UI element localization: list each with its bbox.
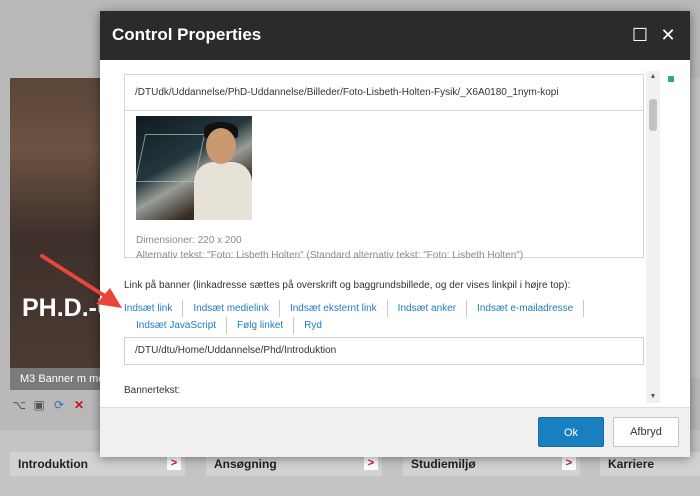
nav-item-label: Studiemiljø	[411, 457, 476, 471]
chevron-right-icon[interactable]: >	[167, 456, 181, 470]
image-dimensions: Dimensioner: 220 x 200	[136, 235, 242, 246]
insert-javascript[interactable]: Indsæt JavaScript	[124, 317, 228, 334]
cancel-button[interactable]: Afbryd	[613, 417, 679, 447]
refresh-icon[interactable]: ⟳	[52, 398, 66, 412]
scroll-down-icon[interactable]: ▼	[646, 391, 660, 403]
link-label: Link på banner (linkadresse sættes på ov…	[124, 280, 571, 291]
annotation-arrow-icon	[40, 254, 122, 308]
nav-item-label: Ansøgning	[214, 457, 277, 471]
ok-button[interactable]: Ok	[538, 417, 604, 447]
module-toolbar: ⌥ ▣ ⟳ ✕	[12, 396, 86, 414]
share-icon[interactable]: ⌥	[12, 398, 26, 412]
image-icon[interactable]: ▣	[32, 398, 46, 412]
insert-media-link[interactable]: Indsæt medielink	[183, 300, 280, 317]
scroll-thumb[interactable]	[649, 99, 657, 131]
dialog-footer: Ok Afbryd	[100, 407, 690, 457]
link-url-field[interactable]: /DTU/dtu/Home/Uddannelse/Phd/Introduktio…	[124, 337, 644, 365]
insert-external-link[interactable]: Indsæt eksternt link	[280, 300, 388, 317]
module-label: M3 Banner m mou	[10, 368, 102, 390]
close-icon[interactable]: ✕	[658, 25, 678, 45]
image-alt-text: Alternativ tekst: "Foto: Lisbeth Holten"…	[136, 250, 524, 261]
scroll-up-icon[interactable]: ▲	[646, 71, 660, 83]
dialog-title: Control Properties	[112, 25, 262, 44]
control-properties-dialog: Control Properties ☐ ✕ /DTUdk/Uddannelse…	[100, 11, 690, 457]
image-preview-box[interactable]: Dimensioner: 220 x 200 Alternativ tekst:…	[124, 110, 644, 261]
banner-text-label: Bannertekst:	[124, 385, 181, 396]
dialog-titlebar: Control Properties ☐ ✕	[100, 11, 690, 60]
preview-photo	[136, 116, 252, 220]
insert-link[interactable]: Indsæt link	[124, 300, 184, 317]
chevron-right-icon[interactable]: >	[364, 456, 378, 470]
insert-email[interactable]: Indsæt e-mailadresse	[467, 300, 585, 317]
nav-item-label: Introduktion	[18, 457, 88, 471]
insert-anchor[interactable]: Indsæt anker	[388, 300, 468, 317]
image-path: /DTUdk/Uddannelse/PhD-Uddannelse/Billede…	[124, 74, 644, 110]
dialog-content: /DTUdk/Uddannelse/PhD-Uddannelse/Billede…	[110, 60, 661, 412]
clear-link[interactable]: Ryd	[294, 317, 332, 334]
status-indicator	[668, 76, 674, 82]
nav-item-label: Karriere	[608, 457, 655, 471]
chevron-right-icon[interactable]: >	[562, 456, 576, 470]
delete-icon[interactable]: ✕	[72, 398, 86, 412]
maximize-icon[interactable]: ☐	[630, 25, 650, 45]
content-scrollbar[interactable]: ▲ ▼	[646, 71, 660, 403]
banner-image: PH.D.-U	[10, 78, 102, 368]
link-actions: Indsæt link Indsæt medielink Indsæt ekster…	[124, 300, 644, 334]
follow-link[interactable]: Følg linket	[227, 317, 295, 334]
